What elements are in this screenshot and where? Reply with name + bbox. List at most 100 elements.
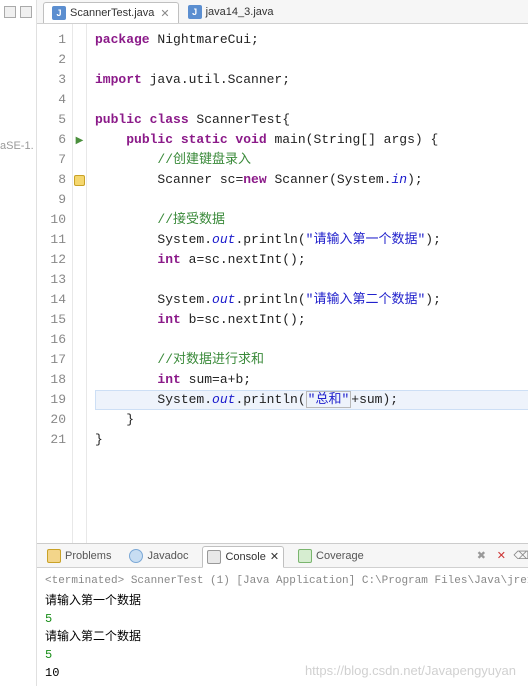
marker-empty xyxy=(73,410,86,430)
marker-empty xyxy=(73,210,86,230)
line-number: 14 xyxy=(37,290,66,310)
tab-javadoc[interactable]: Javadoc xyxy=(125,546,192,566)
console-line: 5 xyxy=(45,646,528,664)
problems-icon xyxy=(47,549,61,563)
warn-marker-icon xyxy=(73,170,86,190)
left-toolbar: aSE-1. xyxy=(0,0,37,686)
code-line[interactable]: //接受数据 xyxy=(95,210,528,230)
line-number: 3 xyxy=(37,70,66,90)
tab-label: Problems xyxy=(65,550,111,562)
tab-problems[interactable]: Problems xyxy=(43,546,115,566)
marker-empty xyxy=(73,190,86,210)
remove-all-icon[interactable]: ✕ xyxy=(494,549,508,563)
console-line: 请输入第一个数据 xyxy=(45,592,528,610)
line-number: 11 xyxy=(37,230,66,250)
line-number: 9 xyxy=(37,190,66,210)
console-line: 5 xyxy=(45,610,528,628)
marker-empty xyxy=(73,70,86,90)
tab-label: Console xyxy=(225,551,265,563)
tab-console[interactable]: Console ✕ xyxy=(202,546,284,568)
marker-empty xyxy=(73,370,86,390)
line-number: 1 xyxy=(37,30,66,50)
code-line[interactable]: import java.util.Scanner; xyxy=(95,70,528,90)
bottom-panel-tabbar: Problems Javadoc Console ✕ Coverage ✖ ✕ … xyxy=(37,544,528,568)
clear-console-icon[interactable]: ⌫ xyxy=(514,549,528,563)
code-line[interactable]: public static void main(String[] args) { xyxy=(95,130,528,150)
tab-scannertest[interactable]: J ScannerTest.java ✕ xyxy=(43,2,179,23)
line-number: 20 xyxy=(37,410,66,430)
code-line[interactable]: Scanner sc=new Scanner(System.in); xyxy=(95,170,528,190)
console-line: 10 xyxy=(45,664,528,682)
code-line[interactable]: //创建键盘录入 xyxy=(95,150,528,170)
toolbar-stub-icon[interactable] xyxy=(4,6,16,18)
marker-empty xyxy=(73,270,86,290)
marker-empty xyxy=(73,110,86,130)
marker-empty xyxy=(73,150,86,170)
tab-java14-3[interactable]: J java14_3.java xyxy=(179,1,283,22)
line-number: 4 xyxy=(37,90,66,110)
code-line[interactable]: package NightmareCui; xyxy=(95,30,528,50)
console-status: <terminated> ScannerTest (1) [Java Appli… xyxy=(45,572,528,590)
console-line: 请输入第二个数据 xyxy=(45,628,528,646)
code-line[interactable] xyxy=(95,190,528,210)
line-number: 10 xyxy=(37,210,66,230)
javadoc-icon xyxy=(129,549,143,563)
code-line[interactable] xyxy=(95,50,528,70)
code-line[interactable]: System.out.println("请输入第二个数据"); xyxy=(95,290,528,310)
code-line[interactable]: } xyxy=(95,410,528,430)
marker-empty xyxy=(73,50,86,70)
console-toolbar: ✖ ✕ ⌫ ▤ 📌 🔒 xyxy=(474,549,528,563)
code-line[interactable] xyxy=(95,90,528,110)
close-icon[interactable]: ✕ xyxy=(158,7,169,20)
java-file-icon: J xyxy=(188,5,202,19)
code-line[interactable]: } xyxy=(95,430,528,450)
marker-empty xyxy=(73,430,86,450)
code-line[interactable]: int b=sc.nextInt(); xyxy=(95,310,528,330)
line-number: 5 xyxy=(37,110,66,130)
marker-empty xyxy=(73,230,86,250)
marker-gutter xyxy=(73,24,87,543)
code-line[interactable]: System.out.println("总和"+sum); xyxy=(95,390,528,410)
code-line[interactable]: //对数据进行求和 xyxy=(95,350,528,370)
console-output: 请输入第一个数据5请输入第二个数据510 xyxy=(45,592,528,682)
code-editor[interactable]: 123456789101112131415161718192021 packag… xyxy=(37,24,528,544)
close-icon[interactable]: ✕ xyxy=(270,550,279,563)
code-line[interactable]: int sum=a+b; xyxy=(95,370,528,390)
marker-empty xyxy=(73,90,86,110)
code-line[interactable] xyxy=(95,270,528,290)
line-number: 2 xyxy=(37,50,66,70)
line-number: 12 xyxy=(37,250,66,270)
line-number: 7 xyxy=(37,150,66,170)
code-line[interactable]: public class ScannerTest{ xyxy=(95,110,528,130)
marker-empty xyxy=(73,350,86,370)
tab-label: java14_3.java xyxy=(206,6,274,18)
marker-empty xyxy=(73,30,86,50)
run-marker-icon xyxy=(73,130,86,150)
remove-launch-icon[interactable]: ✖ xyxy=(474,549,488,563)
line-number: 13 xyxy=(37,270,66,290)
left-vertical-label: aSE-1. xyxy=(0,140,34,152)
code-line[interactable] xyxy=(95,330,528,350)
marker-empty xyxy=(73,330,86,350)
console-icon xyxy=(207,550,221,564)
line-number: 19 xyxy=(37,390,66,410)
marker-empty xyxy=(73,310,86,330)
editor-tabbar: J ScannerTest.java ✕ J java14_3.java xyxy=(37,0,528,24)
left-toolbar-buttons xyxy=(0,4,36,20)
code-line[interactable]: int a=sc.nextInt(); xyxy=(95,250,528,270)
toolbar-stub-icon[interactable] xyxy=(20,6,32,18)
tab-label: Javadoc xyxy=(147,550,188,562)
marker-empty xyxy=(73,250,86,270)
console-view[interactable]: <terminated> ScannerTest (1) [Java Appli… xyxy=(37,568,528,686)
coverage-icon xyxy=(298,549,312,563)
marker-empty xyxy=(73,390,86,410)
code-line[interactable]: System.out.println("请输入第一个数据"); xyxy=(95,230,528,250)
tab-label: Coverage xyxy=(316,550,364,562)
line-number: 6 xyxy=(37,130,66,150)
line-number-gutter: 123456789101112131415161718192021 xyxy=(37,24,73,543)
marker-empty xyxy=(73,290,86,310)
java-file-icon: J xyxy=(52,6,66,20)
tab-coverage[interactable]: Coverage xyxy=(294,546,368,566)
line-number: 17 xyxy=(37,350,66,370)
code-content[interactable]: package NightmareCui; import java.util.Sc… xyxy=(87,24,528,543)
